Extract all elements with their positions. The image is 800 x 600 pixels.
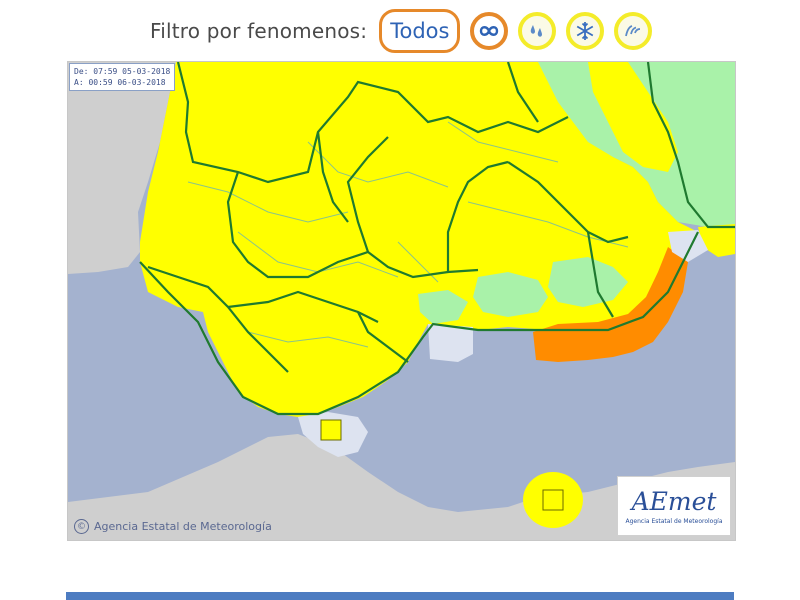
validity-to: A: 00:59 06-03-2018 — [74, 78, 166, 87]
warnings-widget: Filtro por fenomenos: Todos De: 07:59 05… — [0, 0, 800, 600]
ceuta-warning-box — [320, 419, 342, 441]
snow-fenomeno-button[interactable] — [566, 12, 605, 50]
coastal-fenomeno-button[interactable] — [614, 12, 653, 50]
melilla-warning-box — [542, 489, 564, 511]
aemet-logo: AEmet Agencia Estatal de Meteorología — [617, 476, 731, 536]
map-credit: © Agencia Estatal de Meteorología — [74, 519, 272, 534]
filter-label: Filtro por fenomenos: — [150, 19, 368, 43]
wind-icon — [480, 26, 499, 36]
warnings-map[interactable]: De: 07:59 05-03-2018 A: 00:59 06-03-2018… — [67, 61, 736, 541]
bottom-bar — [66, 592, 734, 600]
rain-drops-icon — [531, 25, 543, 37]
credit-text: Agencia Estatal de Meteorología — [94, 520, 272, 533]
phenomena-filter-bar: Filtro por fenomenos: Todos — [150, 8, 653, 54]
wind-fenomeno-button[interactable] — [470, 12, 509, 50]
snowflake-icon — [577, 22, 594, 40]
aemet-wordmark: AEmet — [631, 486, 717, 516]
validity-period: De: 07:59 05-03-2018 A: 00:59 06-03-2018 — [69, 63, 176, 91]
copyright-icon: © — [74, 519, 89, 534]
rain-fenomeno-button[interactable] — [518, 12, 557, 50]
sea-zone-malaga — [428, 324, 473, 362]
andalucia-map-svg — [68, 62, 735, 540]
coastal-waves-icon — [625, 25, 641, 37]
todos-filter-button[interactable]: Todos — [379, 9, 461, 53]
aemet-subtitle: Agencia Estatal de Meteorología — [625, 517, 723, 525]
validity-from: De: 07:59 05-03-2018 — [74, 67, 171, 76]
